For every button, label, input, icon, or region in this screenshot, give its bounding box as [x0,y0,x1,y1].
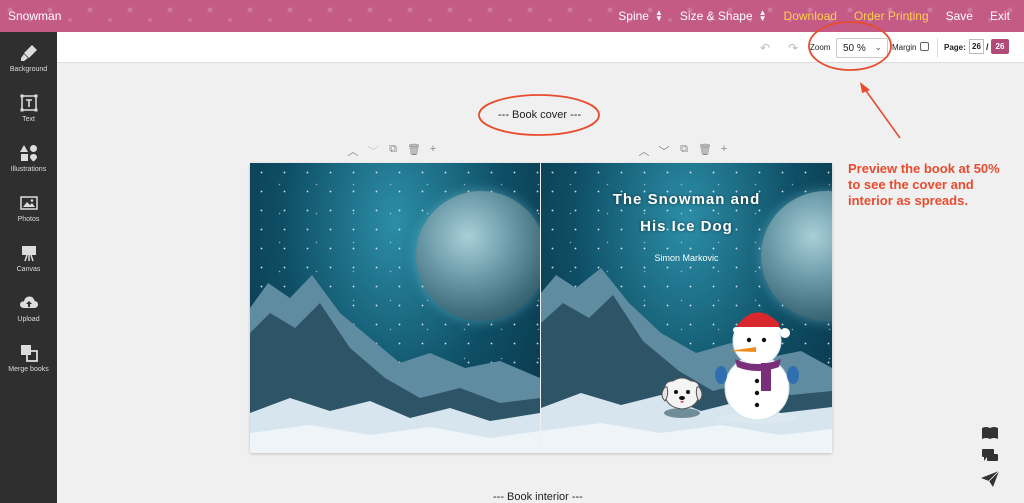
sidebar-item-label: Text [22,116,35,123]
page-controls-left: ︿ ﹀ ⧉ 🗑 + [347,143,439,159]
redo-icon[interactable]: ↷ [788,41,798,55]
move-down-icon[interactable]: ﹀ [367,143,379,159]
sidebar: Background Text Illustrations Photos Can… [0,32,57,503]
easel-icon [21,246,36,262]
page-current-input[interactable]: 26 [969,39,984,54]
toolbar-divider [937,38,938,58]
zoom-value: 50 % [843,43,866,54]
sidebar-item-background[interactable]: Background [0,36,57,86]
page-separator: / [986,42,989,52]
sidebar-item-canvas[interactable]: Canvas [0,236,57,286]
book-interior-label: --- Book interior --- [493,491,583,503]
page-controls-right: ︿ ﹀ ⧉ 🗑 + [638,143,730,159]
page-label: Page: [944,43,966,52]
chevron-down-icon: ⌄ [874,42,882,52]
undo-icon[interactable]: ↶ [760,41,770,55]
brush-icon [20,45,37,61]
add-icon[interactable]: + [718,143,730,159]
spine-menu[interactable]: Spine ▲ ▼ [618,8,663,24]
save-button[interactable]: Save [946,9,973,23]
sidebar-item-label: Canvas [16,266,41,273]
download-button[interactable]: Download [784,9,837,23]
updown-icon: ▲ ▼ [758,8,767,23]
sidebar-item-label: Illustrations [10,166,47,173]
back-cover-page[interactable] [250,163,540,453]
sidebar-item-label: Merge books [8,366,49,373]
annotation-arrowhead [860,82,870,93]
toolbar: ↶ ↷ Zoom 50 % ⌄ Margin Page: 26 / 26 [57,32,1024,63]
merge-icon [20,345,38,362]
add-icon[interactable]: + [427,143,439,159]
book-icon[interactable] [980,426,1000,445]
updown-icon: ▲ ▼ [654,8,663,23]
dog-illustration[interactable] [659,373,705,419]
cover-title-line2[interactable]: His Ice Dog [541,218,832,235]
cover-author[interactable]: Simon Markovic [541,253,832,263]
trash-icon[interactable]: 🗑 [407,143,421,159]
sidebar-item-illustrations[interactable]: Illustrations [0,136,57,186]
sidebar-item-label: Upload [17,316,40,323]
sidebar-item-label: Photos [17,216,40,223]
top-menu: Spine ▲ ▼ Size & Shape ▲ ▼ Download Order … [618,0,1010,32]
zoom-select[interactable]: 50 % ⌄ [836,38,888,58]
sidebar-item-photos[interactable]: Photos [0,186,57,236]
top-bar: Snowman Spine ▲ ▼ Size & Shape ▲ ▼ Downloa… [0,0,1024,32]
page-total-badge: 26 [991,39,1009,54]
sidebar-item-merge-books[interactable]: Merge books [0,336,57,386]
zoom-label: Zoom [810,43,831,52]
order-printing-button[interactable]: Order Printing [854,9,929,23]
photo-icon [19,196,38,210]
text-icon [20,94,37,112]
exit-button[interactable]: Exit [990,9,1010,23]
duplicate-icon[interactable]: ⧉ [678,143,690,159]
cover-title-line1[interactable]: The Snowman and [541,191,832,208]
trash-icon[interactable]: 🗑 [698,143,712,159]
shapes-icon [19,145,37,162]
annotation-text: Preview the book at 50% to see the cover… [848,161,1000,208]
front-cover-page[interactable]: The Snowman and His Ice Dog Simon Markov… [541,163,832,453]
mountains-image [250,275,540,453]
move-up-icon[interactable]: ︿ [347,143,359,159]
sidebar-item-text[interactable]: Text [0,86,57,136]
duplicate-icon[interactable]: ⧉ [387,143,399,159]
margin-checkbox[interactable] [920,42,929,51]
upload-icon [19,296,38,308]
snowman-illustration[interactable] [709,293,809,423]
book-cover-label: --- Book cover --- [498,109,582,121]
chat-icon[interactable] [980,448,1000,469]
move-down-icon[interactable]: ﹀ [658,143,670,159]
size-shape-label: Size & Shape [679,9,753,23]
app-title: Snowman [8,9,62,23]
move-up-icon[interactable]: ︿ [638,143,650,159]
spine-label: Spine [618,9,649,23]
margin-label: Margin [892,43,917,52]
sidebar-item-upload[interactable]: Upload [0,286,57,336]
size-shape-menu[interactable]: Size & Shape ▲ ▼ [679,8,767,24]
book-cover-spread[interactable]: The Snowman and His Ice Dog Simon Markov… [250,163,832,453]
annotation-arrow [863,87,901,139]
sidebar-item-label: Background [9,66,48,73]
send-icon[interactable] [980,470,1000,493]
